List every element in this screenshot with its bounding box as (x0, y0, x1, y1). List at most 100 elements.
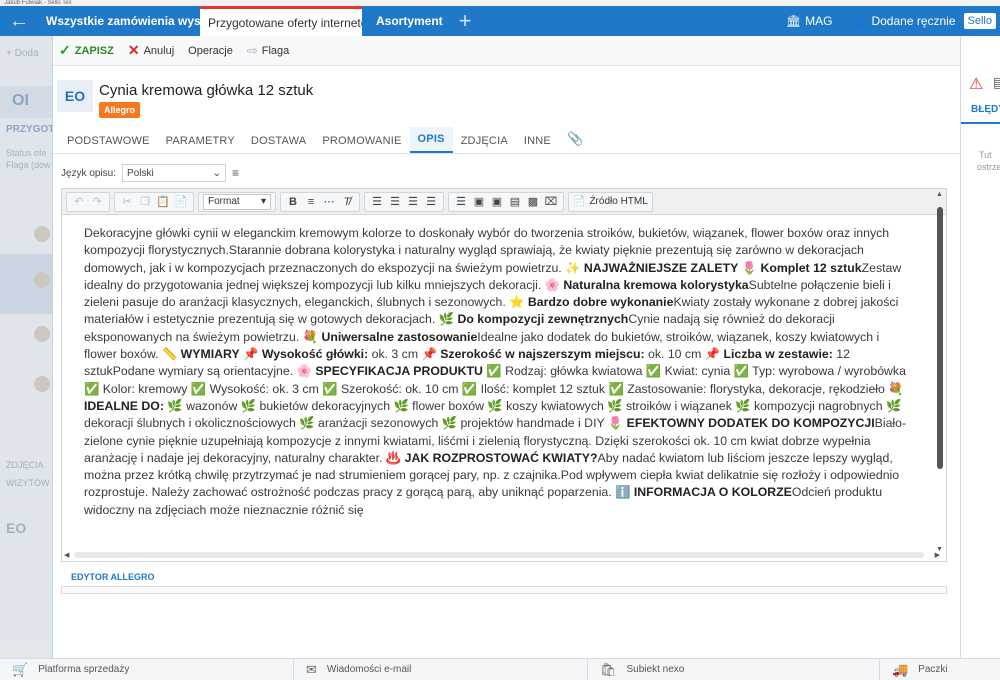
tab-dostawa[interactable]: DOSTAWA (243, 135, 314, 153)
numbered-list-icon[interactable]: ≡ (303, 194, 319, 210)
warning-icon[interactable]: ⚠ (969, 74, 983, 94)
sello-badge: Sello (963, 13, 996, 29)
flag-arrow-icon: ⇨ (246, 42, 258, 58)
two-images-icon[interactable]: ▩ (525, 194, 541, 210)
align-justify-icon[interactable]: ☰ (423, 194, 439, 210)
bottom-parcels-label: Paczki (918, 664, 948, 675)
history-group: ↶ ↷ (66, 191, 110, 212)
source-group: 📄 Źródło HTML (568, 191, 653, 212)
delete-section-icon[interactable]: ⌧ (543, 194, 559, 210)
editor-footer-bar (61, 586, 947, 594)
save-button[interactable]: ✓ ZAPISZ (59, 42, 114, 59)
back-arrow-icon[interactable]: ← (0, 6, 38, 36)
scroll-right-icon[interactable]: ▶ (935, 551, 940, 559)
bullet-list-icon[interactable]: ⋯ (321, 194, 337, 210)
check-icon: ✓ (59, 42, 71, 58)
warehouse-label: MAG (805, 14, 833, 28)
bottom-platform[interactable]: 🛒 Platforma sprzedaży (0, 659, 294, 680)
menu-icon[interactable]: ≡ (232, 166, 239, 180)
close-icon: ✕ (127, 42, 140, 58)
bg-add-button: + Doda (6, 48, 39, 59)
tulip-icon: 🌷 (607, 416, 624, 431)
flag-label: Flaga (261, 44, 290, 57)
image-text-icon[interactable]: ▣ (489, 194, 505, 210)
cut-icon[interactable]: ✂ (119, 194, 135, 210)
bag-icon: 🛍 (600, 661, 617, 677)
paste-icon[interactable]: 📋 (155, 194, 171, 210)
copy-icon[interactable]: ❐ (137, 194, 153, 210)
hscroll-thumb[interactable] (74, 552, 924, 558)
tab-parametry[interactable]: PARAMETRY (158, 135, 243, 153)
scroll-left-icon[interactable]: ◀ (64, 551, 69, 559)
scroll-up-icon[interactable]: ▲ (936, 191, 943, 198)
clipboard-group: ✂ ❐ 📋 📄 (114, 191, 194, 212)
desc-heading-efekt: EFEKTOWNY DODATEK DO KOMPOZYCJI (626, 416, 875, 431)
redo-icon[interactable]: ↷ (89, 194, 105, 210)
operations-button[interactable]: Operacje (188, 45, 233, 57)
flower-icon: 🌷 (741, 260, 758, 275)
desc-heading-info: INFORMACJA O KOLORZE (633, 485, 792, 500)
editor-type-label: EDYTOR ALLEGRO (71, 572, 155, 582)
comment-icon[interactable]: ▤ (993, 74, 1000, 91)
herb-icon: 🌿 (438, 312, 455, 327)
bottom-bar: 🛒 Platforma sprzedaży ✉ Wiadomości e-mai… (0, 658, 1000, 680)
tab-opis[interactable]: OPIS (409, 127, 453, 153)
tab-inne[interactable]: INNE (516, 135, 559, 153)
desc-heading-zewn: Do kompozycji zewnętrznych (457, 312, 629, 327)
steam-icon: ♨️ (385, 450, 402, 465)
tab-all-orders[interactable]: Wszystkie zamówienia wysyłk (38, 6, 200, 36)
page-title: Cynia kremowa główka 12 sztuk (99, 82, 314, 99)
align-right-icon[interactable]: ☰ (405, 194, 421, 210)
bottom-email[interactable]: ✉ Wiadomości e-mail (294, 659, 588, 680)
html-source-button[interactable]: 📄 Źródło HTML (573, 196, 648, 207)
clear-format-icon[interactable]: T̸ (339, 194, 355, 210)
pin-icon: 📌 (704, 347, 721, 362)
scroll-thumb[interactable] (937, 207, 943, 469)
check-box-icon: ✅ (486, 364, 502, 379)
add-tab-icon[interactable]: + (448, 6, 482, 36)
tab-podstawowe[interactable]: PODSTAWOWE (59, 135, 158, 153)
align-left-icon[interactable]: ☰ (369, 194, 385, 210)
text-image-icon[interactable]: ▤ (507, 194, 523, 210)
cancel-button[interactable]: ✕ Anuluj (128, 42, 174, 59)
cancel-label: Anuluj (143, 44, 175, 57)
vertical-scrollbar[interactable]: ▲ ▼ (936, 191, 944, 553)
language-select[interactable]: Polski ⌄ (122, 164, 227, 182)
paste-text-icon[interactable]: 📄 (173, 194, 189, 210)
undo-icon[interactable]: ↶ (71, 194, 87, 210)
bg-oi-label: OI (0, 86, 52, 118)
warehouse-icon: 🏛 (785, 14, 802, 28)
desc-heading-uniw: Uniwersalne zastosowanie (321, 329, 478, 344)
paperclip-icon[interactable]: 📎 (559, 131, 591, 153)
format-select[interactable]: Format ▾ (203, 193, 271, 210)
flag-button[interactable]: ⇨ Flaga (247, 43, 289, 59)
tab-zdjecia[interactable]: ZDJĘCIA (453, 135, 516, 153)
warehouse-selector[interactable]: 🏛 MAG (774, 6, 845, 36)
bg-thumb-3 (34, 326, 50, 342)
bold-icon[interactable]: B (285, 194, 301, 210)
description-content[interactable]: Dekoracyjne główki cynii w eleganckim kr… (84, 225, 910, 535)
desc-heading-liczba: Liczba w zestawie: (723, 347, 833, 362)
tab-prepared-offers[interactable]: Przygotowane oferty internetowe (200, 6, 362, 36)
user-menu[interactable]: 👤 Dodane ręcznie Sello (845, 6, 1000, 36)
source-icon: 📄 (573, 196, 586, 207)
errors-tab[interactable]: BŁĘDY (971, 104, 1000, 115)
horizontal-scrollbar[interactable]: ◀ ▶ (64, 551, 940, 559)
desc-heading-wykonanie: Bardzo dobre wykonanie (527, 295, 674, 310)
bg-thumb-4 (34, 376, 50, 392)
bg-status-label: Status ofe (6, 148, 47, 158)
bottom-subiekt[interactable]: 🛍 Subiekt nexo (588, 659, 880, 680)
image-icon[interactable]: ▣ (471, 194, 487, 210)
bg-eo-label: EO (6, 520, 27, 536)
tab-assortment[interactable]: Asortyment (362, 6, 448, 36)
bouquet-icon: 💐 (302, 329, 319, 344)
bottom-parcels[interactable]: 🚚 Paczki (880, 659, 1000, 680)
tab-promowanie[interactable]: PROMOWANIE (314, 135, 409, 153)
align-center-icon[interactable]: ☰ (387, 194, 403, 210)
bg-zdjecia-label: ZDJĘCIA (6, 460, 44, 470)
text-block-icon[interactable]: ☰ (453, 194, 469, 210)
errors-tab-underline (961, 122, 1000, 124)
save-label: ZAPISZ (74, 44, 114, 57)
desc-podane: Podane wymiary są orientacyjne. (112, 364, 294, 379)
right-panel-text-1: Tut (979, 150, 992, 160)
